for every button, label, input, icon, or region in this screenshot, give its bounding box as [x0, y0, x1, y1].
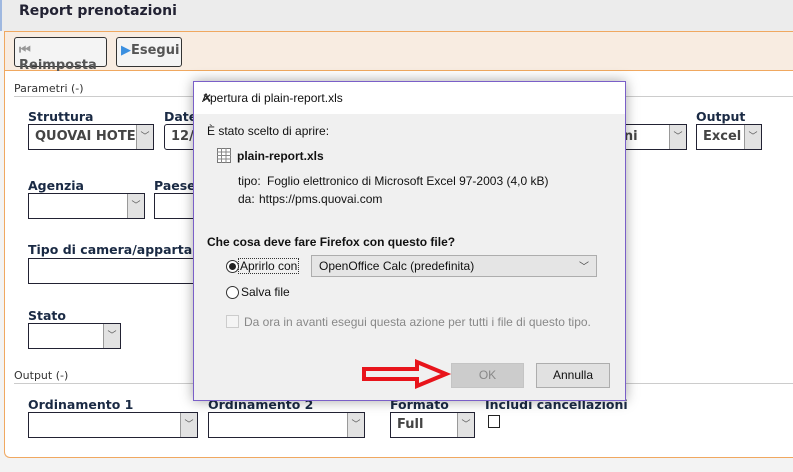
chevron-down-icon: ﹀ [136, 125, 153, 149]
stato-label: Stato [28, 308, 66, 323]
ord1-select[interactable]: ﹀ [28, 412, 198, 438]
formato-select[interactable]: Full ﹀ [390, 412, 475, 438]
page-title: Report prenotazioni [19, 3, 177, 19]
chevron-down-icon: ﹀ [180, 413, 197, 437]
open-with-radio[interactable] [226, 260, 239, 273]
chevron-down-icon: ﹀ [127, 194, 144, 218]
chevron-down-icon: ﹀ [669, 125, 686, 149]
agenzia-select[interactable]: ﹀ [28, 193, 145, 219]
includi-checkbox[interactable] [488, 415, 500, 428]
tipo-camera-input[interactable] [28, 258, 208, 284]
spreadsheet-file-icon [217, 148, 231, 163]
skip-back-icon: ⏮ [19, 43, 31, 58]
stato-select[interactable]: ﹀ [28, 323, 121, 349]
page-header: Report prenotazioni [0, 0, 793, 31]
dialog-titlebar: Apertura di plain-report.xls ✕ [194, 82, 625, 114]
red-arrow-annotation [362, 359, 452, 389]
file-source-label: da: [238, 192, 255, 206]
agenzia-label: Agenzia [28, 178, 84, 193]
file-type-value: Foglio elettronico di Microsoft Excel 97… [267, 174, 549, 188]
cancel-button[interactable]: Annulla [536, 363, 610, 388]
ord1-label: Ordinamento 1 [28, 397, 134, 412]
output-section-toggle[interactable]: Output (-) [14, 369, 68, 382]
reset-button[interactable]: ⏮ Reimposta [14, 37, 107, 73]
toolbar: ⏮ Reimposta ▶Esegui [4, 31, 793, 73]
output-select[interactable]: Excel ﹀ [696, 124, 762, 150]
chevron-down-icon: ﹀ [744, 125, 761, 149]
chevron-down-icon: ﹀ [347, 413, 364, 437]
open-with-label[interactable]: Aprirlo con [237, 258, 300, 274]
struttura-select[interactable]: QUOVAI HOTEL ﹀ [28, 124, 154, 150]
run-button[interactable]: ▶Esegui [116, 37, 182, 67]
chevron-down-icon: ﹀ [579, 262, 589, 273]
save-file-label[interactable]: Salva file [241, 285, 290, 299]
dialog-intro: È stato scelto di aprire: [207, 124, 330, 138]
chevron-down-icon: ﹀ [103, 324, 120, 348]
output-label: Output [696, 109, 746, 124]
download-dialog: Apertura di plain-report.xls ✕ È stato sc… [193, 81, 626, 401]
ok-button[interactable]: OK [451, 363, 524, 388]
ord2-select[interactable]: ﹀ [208, 412, 365, 438]
application-select[interactable]: OpenOffice Calc (predefinita) ﹀ [311, 255, 597, 277]
file-source-value: https://pms.quovai.com [259, 192, 383, 206]
tipo-camera-label: Tipo di camera/appartame [28, 242, 214, 257]
remember-checkbox[interactable] [226, 315, 239, 328]
play-icon: ▶ [121, 43, 131, 58]
params-section-toggle[interactable]: Parametri (-) [14, 82, 84, 95]
close-icon[interactable]: ✕ [202, 91, 615, 105]
dialog-question: Che cosa deve fare Firefox con questo fi… [207, 235, 456, 249]
file-type-label: tipo: [238, 174, 261, 188]
dialog-filename: plain-report.xls [237, 149, 324, 163]
struttura-label: Struttura [28, 109, 94, 124]
remember-label: Da ora in avanti esegui questa azione pe… [244, 315, 591, 329]
chevron-down-icon: ﹀ [457, 413, 474, 437]
save-file-radio[interactable] [226, 286, 239, 299]
